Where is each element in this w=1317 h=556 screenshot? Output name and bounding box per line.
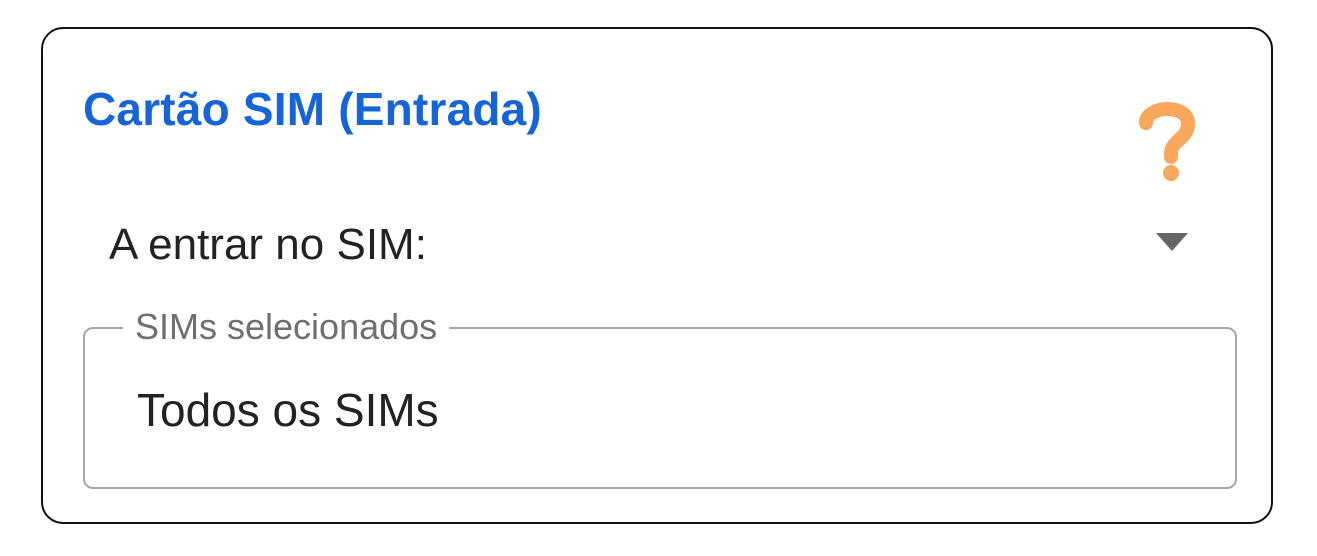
incoming-sim-dropdown[interactable]: A entrar no SIM: bbox=[103, 207, 1193, 283]
selected-sims-value: Todos os SIMs bbox=[137, 384, 439, 436]
panel-title: Cartão SIM (Entrada) bbox=[83, 83, 542, 135]
selected-sims-field[interactable]: SIMs selecionados Todos os SIMs bbox=[83, 303, 1237, 489]
dropdown-label: A entrar no SIM: bbox=[109, 220, 427, 269]
question-mark-icon[interactable] bbox=[1138, 97, 1198, 181]
caret-down-icon bbox=[1156, 233, 1188, 253]
selected-sims-legend: SIMs selecionados bbox=[123, 303, 450, 351]
sim-card-incoming-panel: Cartão SIM (Entrada) A entrar no SIM: SI… bbox=[41, 27, 1273, 524]
